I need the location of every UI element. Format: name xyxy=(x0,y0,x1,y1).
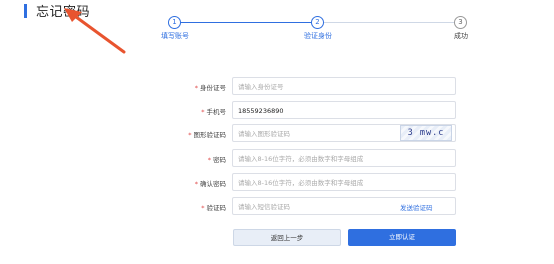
step-3-label: 成功 xyxy=(454,32,468,40)
back-button[interactable]: 返回上一步 xyxy=(233,229,341,246)
step-1-label: 填写账号 xyxy=(161,32,189,40)
step-1-circle: 1 xyxy=(168,16,181,29)
password-label: * 密码 xyxy=(207,156,226,164)
step-2-label: 验证身份 xyxy=(304,32,332,40)
captcha-row: * 图形验证码 请输入图形验证码 3 mw.c xyxy=(0,124,554,144)
captcha-image[interactable]: 3 mw.c xyxy=(400,125,452,141)
confirm-password-label: * 确认密码 xyxy=(194,180,226,188)
confirm-password-input[interactable]: 请输入8-16位字符，必须由数字和字母组成 xyxy=(232,173,456,191)
id-card-input[interactable]: 请输入身份证号 xyxy=(232,77,456,95)
submit-button[interactable]: 立即认证 xyxy=(348,229,456,246)
pointer-arrow-icon xyxy=(64,8,126,54)
step-2-circle: 2 xyxy=(311,16,324,29)
sms-code-row: * 验证码 请输入短信验证码 发送验证码 xyxy=(0,197,554,217)
send-code-link[interactable]: 发送验证码 xyxy=(400,202,433,212)
step-connector-2 xyxy=(324,22,455,23)
phone-input[interactable]: 18559236890 xyxy=(232,101,456,119)
password-input[interactable]: 请输入8-16位字符，必须由数字和字母组成 xyxy=(232,149,456,167)
confirm-password-row: * 确认密码 请输入8-16位字符，必须由数字和字母组成 xyxy=(0,173,554,193)
id-card-row: * 身份证号 请输入身份证号 xyxy=(0,77,554,97)
id-card-label: * 身份证号 xyxy=(194,84,226,92)
phone-row: * 手机号 18559236890 xyxy=(0,101,554,121)
sms-code-label: * 验证码 xyxy=(201,204,226,212)
step-3-circle: 3 xyxy=(454,16,467,29)
step-connector-1 xyxy=(180,22,313,23)
password-row: * 密码 请输入8-16位字符，必须由数字和字母组成 xyxy=(0,149,554,169)
phone-label: * 手机号 xyxy=(201,108,226,116)
captcha-label: * 图形验证码 xyxy=(188,131,226,139)
